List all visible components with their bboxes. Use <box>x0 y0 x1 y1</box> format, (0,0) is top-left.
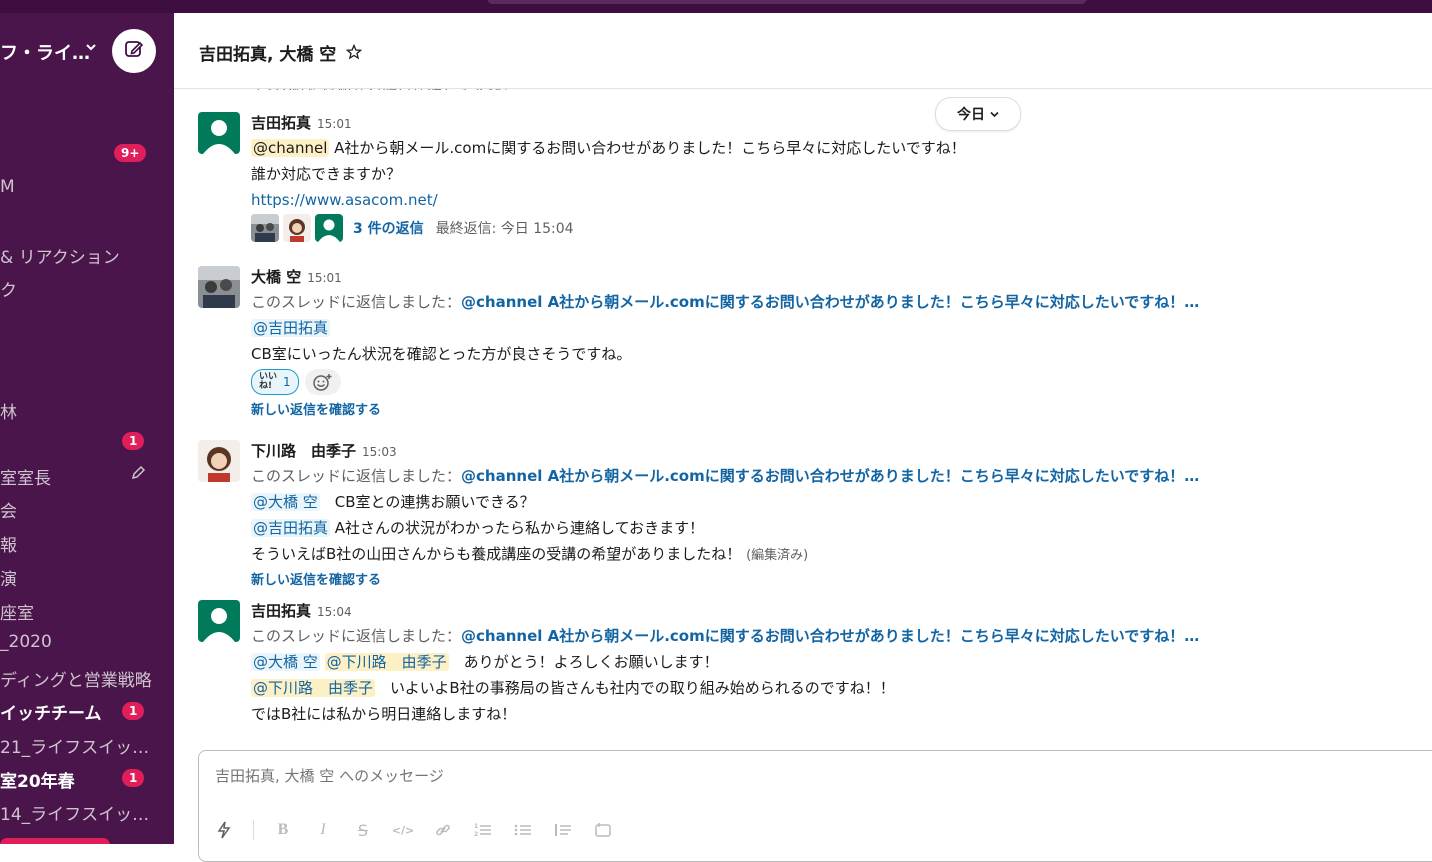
channel-header: 吉田拓真, 大橋 空 <box>174 13 1432 89</box>
message-time[interactable]: 15:01 <box>307 271 342 285</box>
message-text: そういえばB社の山田さんからも養成講座の受講の希望がありましたね！ <box>251 545 742 563</box>
workspace-name[interactable]: フ・ライ… <box>0 39 90 65</box>
avatar[interactable] <box>198 112 240 154</box>
toolbar-divider <box>253 820 254 840</box>
unread-badge: 1 <box>122 432 145 450</box>
sidebar-item[interactable]: 報 <box>0 531 17 556</box>
message-author[interactable]: 吉田拓真 <box>251 602 311 620</box>
view-new-replies-link[interactable]: 新しい返信を確認する <box>251 399 1291 418</box>
sidebar-item[interactable]: M <box>0 177 15 197</box>
star-icon[interactable] <box>345 43 363 64</box>
avatar[interactable] <box>198 600 240 642</box>
shortcuts-icon[interactable] <box>213 819 235 841</box>
user-mention[interactable]: @大橋 空 <box>251 653 320 671</box>
message-text: 誰か対応できますか？ <box>251 165 402 183</box>
sidebar-item[interactable]: 演 <box>0 565 17 590</box>
sidebar-item[interactable]: 林 <box>0 398 17 423</box>
message-author[interactable]: 大橋 空 <box>251 268 301 286</box>
message-time[interactable]: 15:01 <box>317 117 352 131</box>
sidebar-item[interactable]: ク <box>0 276 17 301</box>
avatar[interactable] <box>198 266 240 308</box>
unread-badge: 1 <box>122 769 145 787</box>
message-link[interactable]: https://www.asacom.net/ <box>251 191 438 209</box>
message-author[interactable]: 吉田拓真 <box>251 114 311 132</box>
message-time[interactable]: 15:03 <box>362 445 397 459</box>
message-text: いよいよB社の事務局の皆さんも社内での取り組み始められるのですね！！ <box>390 679 895 697</box>
message-composer: B I S </> 12 <box>198 750 1432 862</box>
sidebar-item[interactable]: ディングと営業戦略 <box>0 666 152 691</box>
sidebar-item[interactable]: & リアクション <box>0 243 120 268</box>
bulleted-list-icon[interactable] <box>512 819 534 841</box>
reaction-count: 1 <box>283 375 291 389</box>
message-text: ありがとう！よろしくお願いします！ <box>463 653 719 671</box>
message-time[interactable]: 15:04 <box>317 605 352 619</box>
avatar <box>315 214 343 242</box>
message-text: ではB社には私から明日連絡しますね！ <box>251 705 517 723</box>
reaction-chip[interactable]: いいね! 1 <box>251 369 299 395</box>
svg-text:2: 2 <box>474 831 478 838</box>
message-text: CB室との連携お願いできる？ <box>334 493 535 511</box>
code-block-icon[interactable] <box>592 819 614 841</box>
sidebar-item[interactable]: 14_ライフスイッ… <box>0 800 149 825</box>
link-icon[interactable] <box>432 819 454 841</box>
thread-parent-link[interactable]: @channel A社から朝メール.comに関するお問い合わせがありました！こち… <box>461 627 1199 645</box>
view-new-replies-link[interactable]: 新しい返信を確認する <box>251 569 1291 588</box>
edited-label: (編集済み) <box>746 548 809 563</box>
thread-summary[interactable]: 3 件の返信 最終返信: 今日 15:04 <box>251 213 1291 243</box>
user-mention[interactable]: @吉田拓真 <box>251 319 331 337</box>
sidebar-item[interactable]: 会 <box>0 497 17 522</box>
formatting-toolbar: B I S </> 12 <box>213 819 614 841</box>
thread-last-reply: 最終返信: 今日 15:04 <box>435 221 574 237</box>
main-pane: ではB社には私から明日連絡しますね！ 吉田拓真, 大橋 空 今日 吉田拓真15:… <box>174 13 1432 862</box>
avatar[interactable] <box>198 440 240 482</box>
sidebar-item[interactable]: 室20年春 <box>0 767 75 792</box>
unread-badge: 9+ <box>114 144 147 162</box>
code-icon[interactable]: </> <box>392 819 414 841</box>
thread-parent-link[interactable]: @channel A社から朝メール.comに関するお問い合わせがありました！こち… <box>461 467 1199 485</box>
message-input[interactable] <box>213 766 1117 786</box>
avatar <box>283 214 311 242</box>
blockquote-icon[interactable] <box>552 819 574 841</box>
message-text: A社さんの状況がわかったら私から連絡しておきます！ <box>334 519 705 537</box>
add-reaction-button[interactable] <box>304 369 341 395</box>
svg-text:1: 1 <box>474 823 478 830</box>
sidebar-item[interactable]: _2020 <box>0 632 52 652</box>
compose-button[interactable] <box>112 29 156 73</box>
search-bar[interactable] <box>487 0 1087 4</box>
sidebar-item[interactable]: 座室 <box>0 599 34 624</box>
channel-title[interactable]: 吉田拓真, 大橋 空 <box>199 40 336 65</box>
sidebar-item[interactable]: 21_ライフスイッ… <box>0 733 149 758</box>
unread-badge: 1 <box>122 702 145 720</box>
compose-icon <box>124 39 144 63</box>
thread-reply-prefix: このスレッドに返信しました： <box>251 293 462 311</box>
italic-icon[interactable]: I <box>312 819 334 841</box>
thread-reply-count[interactable]: 3 件の返信 <box>353 218 424 238</box>
user-mention-self[interactable]: @下川路 由季子 <box>324 653 449 671</box>
user-mention-self[interactable]: @下川路 由季子 <box>251 679 376 697</box>
sidebar-item[interactable]: 室室長 <box>0 464 51 489</box>
message-text: CB室にいったん状況を確認とった方が良さそうですね。 <box>251 345 632 363</box>
sidebar-item[interactable]: イッチチーム <box>0 699 102 724</box>
thread-reply-prefix: このスレッドに返信しました： <box>251 467 462 485</box>
pencil-icon[interactable] <box>131 465 146 484</box>
sidebar: フ・ライ… 9+ M & リアクション ク 林 1 室室長 会 報 演 座室 _… <box>0 13 174 844</box>
bold-icon[interactable]: B <box>272 819 294 841</box>
avatar <box>251 214 279 242</box>
ordered-list-icon[interactable]: 12 <box>472 819 494 841</box>
chevron-down-icon[interactable] <box>86 40 96 54</box>
thread-reply-prefix: このスレッドに返信しました： <box>251 627 462 645</box>
iine-emoji-icon: いいね! <box>259 372 278 391</box>
user-mention[interactable]: @大橋 空 <box>251 493 320 511</box>
channel-mention[interactable]: @channel <box>251 139 330 157</box>
message-author[interactable]: 下川路 由季子 <box>251 442 356 460</box>
message-text: A社から朝メール.comに関するお問い合わせがありました！こちら早々に対応したい… <box>334 139 966 157</box>
user-mention[interactable]: @吉田拓真 <box>251 519 331 537</box>
add-reaction-icon <box>312 374 332 391</box>
strikethrough-icon[interactable]: S <box>352 819 374 841</box>
top-bar <box>0 0 1432 13</box>
new-messages-pill[interactable] <box>0 838 110 844</box>
thread-parent-link[interactable]: @channel A社から朝メール.comに関するお問い合わせがありました！こち… <box>461 293 1199 311</box>
